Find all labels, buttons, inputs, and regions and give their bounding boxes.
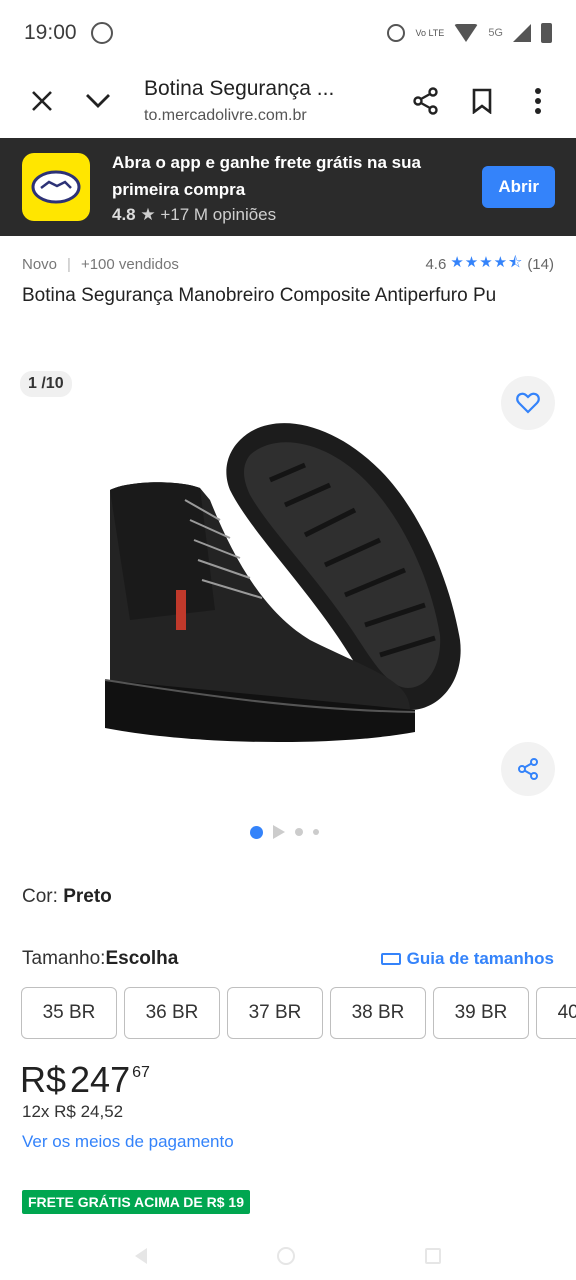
wifi-icon (454, 24, 479, 42)
rating-stars: ★★★★⯪ (450, 254, 524, 271)
condition-label: Novo (22, 256, 58, 273)
browser-toolbar: Botina Segurança ... to.mercadolivre.com… (0, 66, 576, 136)
color-value: Preto (63, 886, 112, 907)
bookmark-icon[interactable] (454, 73, 510, 129)
alarm-icon (387, 24, 406, 42)
color-selector: Cor: Preto (22, 886, 112, 908)
color-label: Cor: (22, 886, 64, 907)
size-option[interactable]: 38 BR (330, 987, 426, 1039)
status-time: 19:00 (24, 21, 77, 44)
pagination-dot[interactable] (313, 829, 319, 835)
gallery-pagination (250, 825, 319, 839)
share-icon[interactable] (398, 73, 454, 129)
size-label: Tamanho: (22, 948, 106, 969)
system-navbar (0, 1232, 576, 1280)
more-vert-icon[interactable] (510, 73, 566, 129)
network-type: 5G (488, 27, 503, 39)
recents-icon[interactable] (425, 1248, 441, 1264)
image-counter: 1 /10 (20, 371, 72, 397)
banner-reviews: +17 M opiniões (160, 205, 277, 224)
chevron-down-icon[interactable] (70, 73, 126, 129)
product-image[interactable] (90, 410, 490, 750)
whatsapp-icon (90, 22, 113, 44)
status-bar: 19:00 Vo LTE 5G (0, 0, 576, 66)
status-icons: Vo LTE 5G (387, 23, 552, 43)
share-icon[interactable] (501, 742, 555, 796)
product-title: Botina Segurança Manobreiro Composite An… (22, 285, 497, 306)
size-option[interactable]: 37 BR (227, 987, 323, 1039)
divider: | (67, 256, 71, 273)
price: R$ 247 67 (20, 1058, 150, 1102)
free-shipping-badge: FRETE GRÁTIS ACIMA DE R$ 19 (22, 1190, 250, 1214)
battery-icon (541, 23, 552, 43)
size-option[interactable]: 40 BR (536, 987, 576, 1039)
volte-icon: Vo LTE (415, 27, 445, 38)
size-header: Tamanho: Escolha Guia de tamanhos (22, 948, 554, 970)
payment-methods-link[interactable]: Ver os meios de pagamento (22, 1132, 234, 1152)
size-guide-link[interactable]: Guia de tamanhos (380, 949, 554, 969)
rating-count: (14) (527, 256, 554, 273)
size-option[interactable]: 35 BR (21, 987, 117, 1039)
size-option[interactable]: 36 BR (124, 987, 220, 1039)
signal-icon (513, 24, 531, 42)
size-options: 35 BR36 BR37 BR38 BR39 BR40 BR (21, 987, 576, 1041)
close-icon[interactable] (14, 73, 70, 129)
banner-text: Abra o app e ganhe frete grátis na sua p… (112, 149, 442, 225)
video-play-icon[interactable] (273, 825, 285, 839)
ruler-icon (380, 953, 401, 965)
sold-count: +100 vendidos (80, 256, 179, 273)
pagination-dot[interactable] (295, 828, 303, 836)
product-meta: Novo | +100 vendidos 4.6 ★★★★⯪ (14) (22, 252, 554, 277)
size-value: Escolha (105, 948, 179, 969)
page-info[interactable]: Botina Segurança ... to.mercadolivre.com… (126, 77, 398, 125)
open-app-button[interactable]: Abrir (482, 166, 555, 208)
banner-rating: 4.8 ★ +17 M opiniões (112, 205, 442, 225)
size-guide-label: Guia de tamanhos (406, 949, 554, 968)
size-option[interactable]: 39 BR (433, 987, 529, 1039)
banner-message: Abra o app e ganhe frete grátis na sua p… (112, 153, 421, 199)
page-title: Botina Segurança ... (144, 77, 335, 100)
back-icon[interactable] (135, 1248, 147, 1264)
home-icon[interactable] (277, 1247, 295, 1265)
price-cents: 67 (132, 1064, 150, 1081)
heart-icon[interactable] (501, 376, 555, 430)
pagination-dot-active[interactable] (250, 825, 263, 839)
product-rating[interactable]: 4.6 ★★★★⯪ (14) (425, 252, 554, 277)
page-url: to.mercadolivre.com.br (144, 107, 307, 124)
handshake-logo-icon (22, 153, 90, 221)
rating-value: 4.6 (425, 256, 447, 273)
app-banner: Abra o app e ganhe frete grátis na sua p… (0, 138, 576, 236)
installments: 12x R$ 24,52 (22, 1102, 124, 1121)
star-icon: ★ (140, 205, 156, 224)
price-integer: 247 (70, 1059, 131, 1100)
price-currency: R$ (20, 1059, 67, 1100)
banner-rating-value: 4.8 (112, 205, 136, 224)
